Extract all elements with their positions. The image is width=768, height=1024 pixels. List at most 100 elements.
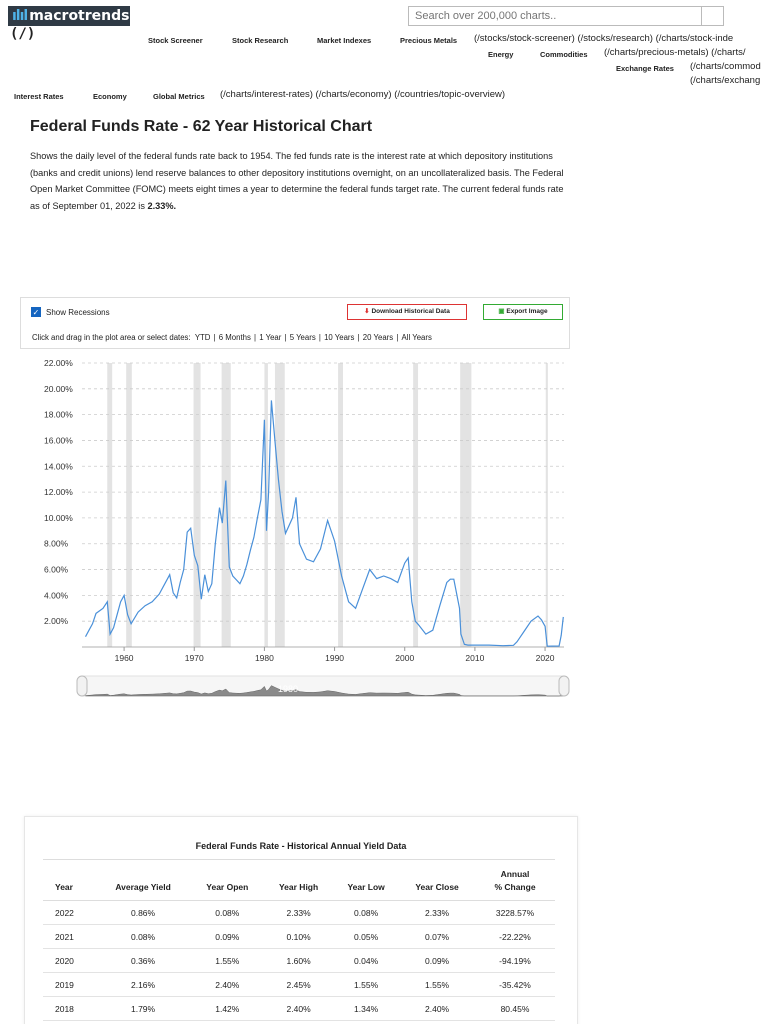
table-cell: 2.16% [95,972,191,997]
range-ytd[interactable]: YTD [195,333,211,342]
table-cell: 2019 [43,972,96,997]
nav-links-row-2[interactable]: (/charts/precious-metals) (/charts/ [604,47,745,58]
nav-links-row-3[interactable]: (/charts/commod [690,61,761,72]
range-1-year[interactable]: 1 Year [259,333,281,342]
y-tick-label: 20.00% [44,384,73,394]
table-cell: 0.08% [333,900,400,925]
nav-market-indexes[interactable]: Market Indexes [317,36,371,45]
table-row: 2020 0.36% 1.55% 1.60% 0.04% 0.09% -94.19% [43,948,555,973]
table-cell: 0.08% [95,924,191,949]
nav-interest-rates[interactable]: Interest Rates [14,92,64,101]
table-cell: 0.07% [399,924,475,949]
navigator-label: 1980 [278,684,298,694]
x-tick-label: 2020 [536,653,555,663]
date-range-selector: Click and drag in the plot area or selec… [32,333,432,342]
nav-stock-screener[interactable]: Stock Screener [148,36,203,45]
x-tick-label: 2010 [465,653,484,663]
nav-global-metrics[interactable]: Global Metrics [153,92,205,101]
x-tick-label: 1980 [255,653,274,663]
download-icon: ⬇ [364,308,370,315]
col-annual-change: Annual% Change [475,859,555,901]
range-5-years[interactable]: 5 Years [290,333,316,342]
table-cell: -35.42% [475,972,555,997]
nav-exchange-rates[interactable]: Exchange Rates [616,64,674,73]
home-link[interactable]: (/) [10,26,35,42]
recession-band [338,363,343,647]
series-line [84,400,564,647]
range-10-years[interactable]: 10 Years [324,333,354,342]
annual-yield-table: Year Average Yield Year Open Year High Y… [43,859,555,1021]
navigator-handle-right[interactable] [558,675,570,697]
table-cell: 2022 [43,900,96,925]
nav-precious-metals[interactable]: Precious Metals [400,36,457,45]
col-year: Year [43,859,96,901]
nav-links-row-1[interactable]: (/stocks/stock-screener) (/stocks/resear… [474,33,733,44]
y-tick-label: 16.00% [44,435,73,445]
table-cell: 2.40% [264,996,334,1021]
y-tick-label: 6.00% [44,565,69,575]
col-year-close: Year Close [399,859,475,901]
col-year-low: Year Low [333,859,400,901]
table-cell: -94.19% [475,948,555,973]
search-input[interactable] [408,6,702,26]
table-cell: 1.34% [333,996,400,1021]
col-average-yield: Average Yield [95,859,191,901]
range-20-years[interactable]: 20 Years [363,333,393,342]
table-row: 2021 0.08% 0.09% 0.10% 0.05% 0.07% -22.22% [43,924,555,949]
page-title: Federal Funds Rate - 62 Year Historical … [30,118,373,135]
recession-band [413,363,419,647]
fed-funds-chart[interactable]: 2.00% 4.00% 6.00% 8.00% 10.00% 12.00% 14.00% 16… [0,350,768,700]
nav-stock-research[interactable]: Stock Research [232,36,288,45]
range-all-years[interactable]: All Years [402,333,432,342]
x-tick-label: 2000 [395,653,414,663]
nav-links-row-4[interactable]: (/charts/exchang [690,75,760,86]
table-cell: 2021 [43,924,96,949]
table-cell: 1.42% [190,996,265,1021]
table-cell: 2.33% [399,900,475,925]
show-recessions-toggle[interactable]: ✓ Show Recessions [31,307,110,317]
table-cell: 2.45% [264,972,334,997]
table-cell: -22.22% [475,924,555,949]
table-row: 2019 2.16% 2.40% 2.45% 1.55% 1.55% -35.42% [43,972,555,997]
table-header-row: Year Average Yield Year Open Year High Y… [43,859,555,901]
table-cell: 3228.57% [475,900,555,925]
download-data-button[interactable]: ⬇ Download Historical Data [347,304,467,320]
table-title: Federal Funds Rate - Historical Annual Y… [195,841,407,851]
col-year-high: Year High [264,859,334,901]
navigator-handle-left[interactable] [76,675,88,697]
nav-commodities[interactable]: Commodities [540,50,588,59]
table-cell: 0.86% [95,900,191,925]
recession-band [274,363,285,647]
search-button[interactable] [702,6,724,26]
recession-band [126,363,132,647]
range-6-months[interactable]: 6 Months [219,333,251,342]
chart-controls: ✓ Show Recessions ⬇ Download Historical … [20,297,570,349]
macrotrends-logo[interactable]: ılıl macrotrends [8,6,130,26]
x-tick-label: 1970 [185,653,204,663]
y-tick-label: 14.00% [44,461,73,471]
table-cell: 1.55% [333,972,400,997]
export-image-button[interactable]: ▣ Export Image [483,304,563,320]
table-cell: 2.40% [190,972,265,997]
checkbox-checked-icon[interactable]: ✓ [31,307,41,317]
table-cell: 0.05% [333,924,400,949]
logo-bars-icon: ılıl [12,8,28,24]
nav-economy[interactable]: Economy [93,92,127,101]
table-row: 2022 0.86% 0.08% 2.33% 0.08% 2.33% 3228.57% [43,900,555,925]
table-cell: 1.55% [190,948,265,973]
nav-links-row-5[interactable]: (/charts/interest-rates) (/charts/econom… [220,89,505,100]
table-cell: 0.09% [399,948,475,973]
y-tick-label: 8.00% [44,539,69,549]
table-cell: 0.04% [333,948,400,973]
table-row: 2018 1.79% 1.42% 2.40% 1.34% 2.40% 80.45% [43,996,555,1021]
recession-band [545,363,548,647]
table-cell: 2.40% [399,996,475,1021]
table-cell: 80.45% [475,996,555,1021]
y-tick-label: 4.00% [44,590,69,600]
image-icon: ▣ [498,308,505,315]
y-tick-label: 12.00% [44,487,73,497]
recession-band [221,363,231,647]
intro-text: Shows the daily level of the federal fun… [30,151,564,211]
nav-energy[interactable]: Energy [488,50,513,59]
table-cell: 1.55% [399,972,475,997]
